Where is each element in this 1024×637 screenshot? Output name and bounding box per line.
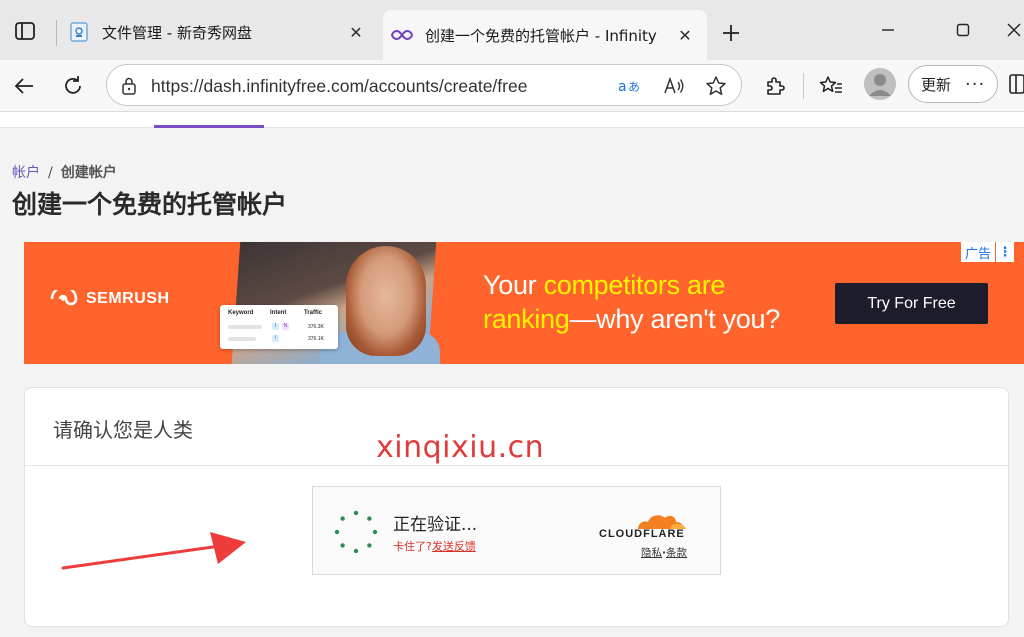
toolbar-divider (803, 73, 804, 99)
tab-title: 创建一个免费的托管帐户 - Infinity (425, 26, 657, 45)
ad-badge[interactable]: 广告 (961, 242, 995, 262)
tab-title: 文件管理 - 新奇秀网盘 (102, 23, 252, 42)
tab-strip: 文件管理 - 新奇秀网盘 ✕ 创建一个免费的托管帐户 - Infinity ✕ (0, 0, 1024, 60)
ad-headline-highlight-2: ranking (483, 304, 570, 334)
breadcrumb-current: 创建帐户 (60, 165, 117, 181)
breadcrumb-separator: / (48, 165, 53, 181)
read-aloud-icon[interactable] (661, 73, 687, 99)
tab-infinityfree[interactable]: 创建一个免费的托管帐户 - Infinity ✕ (383, 10, 707, 60)
stuck-label: 卡住了? (393, 540, 432, 553)
tab-actions-button[interactable] (8, 16, 42, 46)
ad-card-bar (228, 325, 262, 329)
plus-icon (723, 25, 739, 41)
stuck-help: 卡住了?发送反馈 (393, 538, 476, 554)
ad-card-col-keyword: Keyword (228, 310, 254, 316)
close-window-icon (1007, 23, 1021, 37)
favorite-star-icon[interactable] (703, 73, 729, 99)
back-arrow-icon (14, 78, 33, 94)
new-tab-button[interactable] (714, 16, 748, 50)
ad-card-chip: N (282, 323, 289, 330)
update-button[interactable]: 更新 ··· (908, 65, 998, 103)
ad-headline: Your competitors are ranking—why aren't … (483, 268, 780, 336)
close-window-button[interactable] (1004, 14, 1024, 46)
annotation-arrow-icon (61, 532, 246, 570)
svg-text:a: a (618, 79, 627, 95)
cloudflare-turnstile[interactable]: 正在验证... 卡住了?发送反馈 CLOUDFLARE 隐私·条款 (312, 486, 721, 575)
sidebar-icon (1009, 74, 1024, 94)
card-title: 请确认您是人类 (53, 418, 193, 442)
favorites-button[interactable] (813, 68, 849, 104)
ad-keyword-card: Keyword Intent Traffic I N 376.3K I 376.… (220, 305, 338, 349)
sidebar-toggle[interactable] (1008, 72, 1024, 96)
url-text[interactable]: https://dash.infinityfree.com/accounts/c… (151, 76, 527, 97)
file-manager-icon (68, 21, 90, 43)
active-nav-indicator (154, 125, 264, 128)
user-icon (864, 68, 896, 100)
minimize-icon (882, 29, 894, 31)
ad-brand: SEMRUSH (86, 290, 170, 307)
tab-actions-icon (15, 22, 35, 40)
close-icon[interactable]: ✕ (671, 21, 699, 49)
ad-headline-prefix: Your (483, 270, 544, 300)
ad-card-chip: I (272, 323, 279, 330)
ad-cta-button[interactable]: Try For Free (835, 283, 988, 324)
breadcrumb-link-accounts[interactable]: 帐户 (12, 165, 40, 181)
cloudflare-links: 隐私·条款 (641, 545, 687, 560)
infinity-icon (391, 24, 413, 46)
close-icon[interactable]: ✕ (342, 18, 370, 46)
tab-file-manager[interactable]: 文件管理 - 新奇秀网盘 ✕ (60, 10, 378, 54)
more-menu-icon[interactable]: ··· (965, 74, 985, 95)
favorites-list-icon (819, 76, 842, 93)
address-bar[interactable]: https://dash.infinityfree.com/accounts/c… (106, 64, 742, 106)
ad-card-col-traffic: Traffic (304, 310, 323, 316)
terms-link[interactable]: 条款 (666, 547, 687, 559)
minimize-button[interactable] (868, 14, 908, 46)
watermark-text: xinqixiu.cn (376, 430, 545, 465)
breadcrumb: 帐户 / 创建帐户 (12, 162, 117, 182)
ad-banner[interactable]: SEMRUSH Keyword Intent Traffic I N 376.3… (24, 242, 1024, 364)
tab-divider (56, 20, 57, 46)
verify-status: 正在验证... (393, 515, 478, 535)
profile-avatar[interactable] (864, 68, 896, 100)
maximize-icon (956, 23, 970, 37)
ad-card-bar (228, 337, 256, 341)
ad-card-traffic-value: 376.1K (308, 336, 324, 342)
site-nav (0, 112, 1024, 128)
ad-options-icon[interactable]: ⋮ (996, 242, 1014, 262)
ad-card-chip: I (272, 335, 279, 342)
extensions-button[interactable] (757, 68, 793, 104)
translate-icon[interactable]: aあ (617, 73, 643, 99)
ad-card-col-intent: Intent (270, 310, 287, 316)
maximize-button[interactable] (943, 14, 983, 46)
semrush-logo: SEMRUSH (50, 290, 170, 308)
refresh-button[interactable] (55, 68, 91, 104)
svg-text:あ: あ (628, 80, 640, 94)
ad-headline-rest: —why aren't you? (569, 304, 780, 334)
refresh-icon (65, 76, 81, 94)
semrush-flame-icon (50, 290, 78, 306)
loading-spinner-icon (334, 510, 378, 554)
ad-headline-highlight: competitors are (543, 270, 726, 300)
send-feedback-link[interactable]: 发送反馈 (432, 540, 476, 553)
privacy-link[interactable]: 隐私 (641, 547, 662, 559)
back-button[interactable] (6, 68, 42, 104)
ad-photo-person (346, 246, 426, 356)
puzzle-icon (767, 77, 785, 95)
ad-card-traffic-value: 376.3K (308, 324, 324, 330)
update-label: 更新 (921, 75, 952, 94)
lock-icon[interactable] (121, 77, 137, 99)
cloudflare-brand: CLOUDFLARE (599, 528, 685, 540)
page-title: 创建一个免费的托管帐户 (12, 190, 288, 219)
